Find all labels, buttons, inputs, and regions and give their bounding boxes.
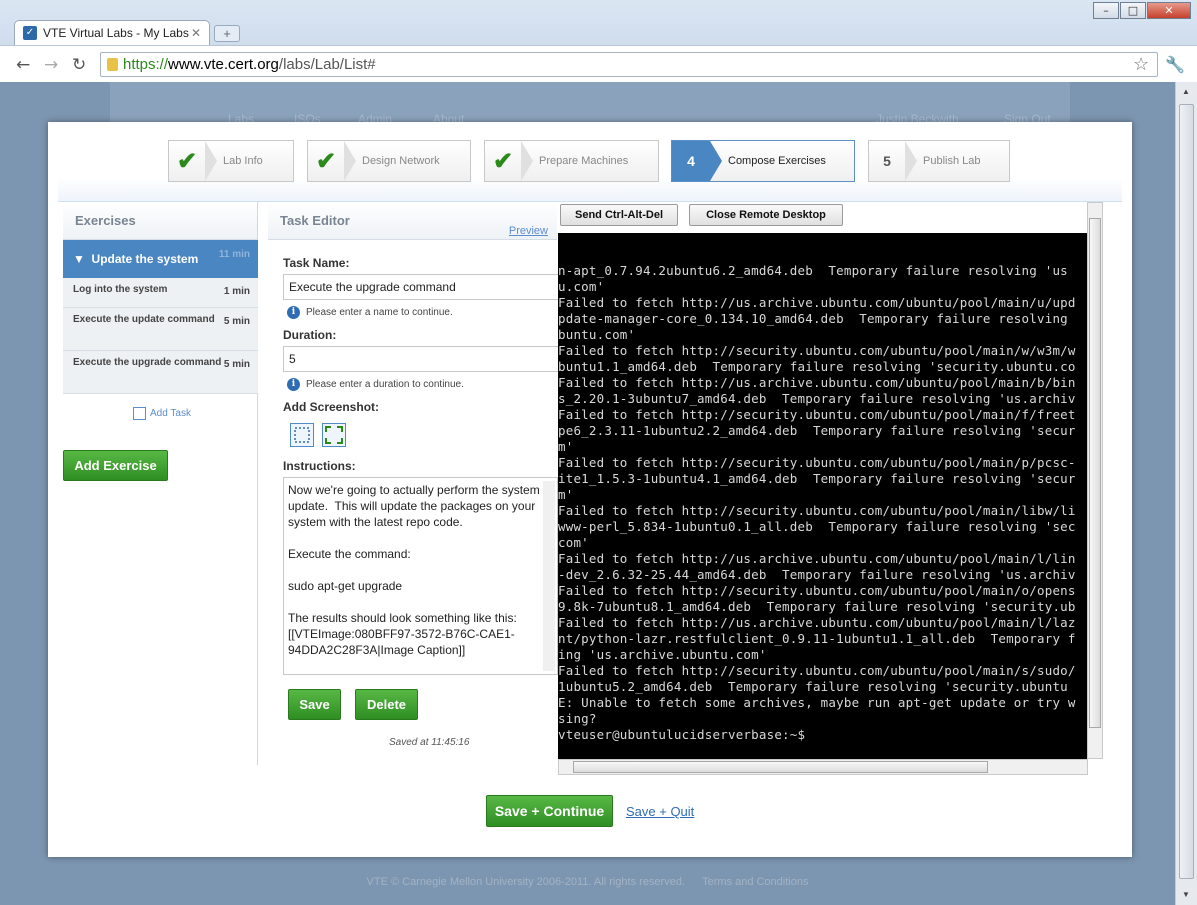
close-remote-desktop-button[interactable]: Close Remote Desktop	[689, 204, 843, 226]
scroll-up-icon[interactable]: ▲	[1182, 87, 1190, 96]
close-tab-icon[interactable]: ✕	[191, 26, 201, 40]
task-item[interactable]: Execute the upgrade command 5 min	[63, 351, 258, 394]
scroll-thumb[interactable]	[1179, 104, 1194, 879]
step-label: Compose Exercises	[728, 155, 826, 167]
saved-timestamp: Saved at 11:45:16	[389, 737, 470, 748]
duration-input[interactable]: 5	[283, 346, 563, 372]
add-exercise-button[interactable]: Add Exercise	[63, 450, 168, 481]
step-label: Publish Lab	[923, 155, 981, 167]
task-name-input[interactable]: Execute the upgrade command	[283, 274, 563, 300]
step-lab-info[interactable]: ✔ Lab Info	[168, 140, 294, 182]
add-task-link[interactable]: Add Task	[133, 407, 191, 420]
remote-terminal[interactable]: n-apt_0.7.94.2ubuntu6.2_amd64.deb Tempor…	[558, 233, 1087, 760]
save-button[interactable]: Save	[288, 689, 341, 720]
page-scrollbar[interactable]: ▲ ▼	[1175, 82, 1197, 905]
add-task-icon	[133, 407, 146, 420]
url-scheme: https://	[123, 56, 169, 73]
instructions-textarea[interactable]: Now we're going to actually perform the …	[283, 477, 558, 675]
textarea-scrollbar[interactable]	[543, 481, 555, 671]
terminal-vertical-scrollbar[interactable]	[1087, 202, 1103, 759]
task-editor-panel: Task Editor Preview Task Name: Execute t…	[268, 202, 563, 765]
bookmark-star-icon[interactable]: ☆	[1133, 54, 1149, 75]
add-screenshot-label: Add Screenshot:	[283, 400, 380, 414]
exercises-header: Exercises	[63, 202, 257, 240]
fullscreen-screenshot-icon[interactable]	[322, 423, 346, 447]
task-title: Log into the system	[73, 284, 168, 295]
exercise-duration: 11 min	[218, 249, 250, 260]
url-host: www.vte.cert.org	[168, 56, 279, 73]
step-prepare-machines[interactable]: ✔ Prepare Machines	[484, 140, 659, 182]
checkmark-icon: ✔	[485, 141, 533, 181]
copyright-text: VTE © Carnegie Mellon University 2006-20…	[366, 876, 686, 888]
step-publish-lab[interactable]: 5 Publish Lab	[868, 140, 1010, 182]
task-title: Execute the upgrade command	[73, 357, 222, 368]
close-window-button[interactable]: ✕	[1147, 2, 1191, 19]
step-number: 4	[672, 141, 722, 181]
task-name-label: Task Name:	[283, 256, 350, 270]
collapse-arrow-icon[interactable]: ▼	[73, 252, 92, 266]
checkmark-icon: ✔	[169, 141, 217, 181]
tab-title: VTE Virtual Labs - My Labs	[43, 26, 189, 40]
preview-link[interactable]: Preview	[509, 212, 548, 250]
window-controls: – □ ✕	[1092, 2, 1191, 19]
favicon-icon: ✓	[23, 26, 37, 40]
exercise-title: Update the system	[91, 252, 199, 266]
wrench-icon[interactable]: 🔧	[1165, 55, 1185, 75]
url-path: /labs/Lab/List#	[278, 56, 376, 73]
task-item[interactable]: Log into the system 1 min	[63, 278, 258, 308]
task-editor-title: Task Editor	[280, 213, 350, 228]
hint-text: Please enter a duration to continue.	[306, 379, 464, 390]
checkmark-icon: ✔	[308, 141, 356, 181]
save-continue-button[interactable]: Save + Continue	[486, 795, 613, 827]
site-footer: VTE © Carnegie Mellon University 2006-20…	[0, 867, 1175, 905]
duration-label: Duration:	[283, 328, 337, 342]
reload-icon[interactable]: ↻	[72, 55, 86, 75]
lock-icon	[107, 58, 118, 71]
scroll-down-icon[interactable]: ▼	[1182, 890, 1190, 899]
info-icon: i	[287, 378, 300, 391]
new-tab-button[interactable]: +	[214, 25, 240, 42]
instructions-label: Instructions:	[283, 459, 356, 473]
hint-text: Please enter a name to continue.	[306, 307, 453, 318]
address-bar[interactable]: https://www.vte.cert.org/labs/Lab/List#	[100, 52, 1158, 77]
delete-button[interactable]: Delete	[355, 689, 418, 720]
duration-hint: i Please enter a duration to continue.	[287, 378, 464, 391]
task-name-hint: i Please enter a name to continue.	[287, 306, 453, 319]
info-icon: i	[287, 306, 300, 319]
terminal-horizontal-scrollbar[interactable]	[558, 759, 1088, 775]
send-ctrl-alt-del-button[interactable]: Send Ctrl-Alt-Del	[560, 204, 678, 226]
step-label: Prepare Machines	[539, 155, 629, 167]
step-label: Lab Info	[223, 155, 263, 167]
task-duration: 1 min	[223, 286, 250, 297]
task-duration: 5 min	[223, 359, 250, 370]
browser-toolbar: ← → ↻ https://www.vte.cert.org/labs/Lab/…	[0, 45, 1197, 82]
region-screenshot-icon[interactable]	[290, 423, 314, 447]
maximize-button[interactable]: □	[1120, 2, 1146, 19]
add-task-label: Add Task	[150, 408, 191, 420]
step-label: Design Network	[362, 155, 440, 167]
wizard-steps: ✔ Lab Info ✔ Design Network ✔ Prepare Ma…	[58, 122, 1122, 202]
forward-icon[interactable]: →	[44, 55, 58, 75]
lab-wizard-modal: ✔ Lab Info ✔ Design Network ✔ Prepare Ma…	[48, 122, 1132, 857]
save-quit-link[interactable]: Save + Quit	[626, 804, 694, 819]
task-duration: 5 min	[223, 316, 250, 327]
terms-link[interactable]: Terms and Conditions	[702, 876, 808, 888]
step-compose-exercises[interactable]: 4 Compose Exercises	[671, 140, 855, 182]
task-editor-header: Task Editor Preview	[268, 202, 557, 240]
step-design-network[interactable]: ✔ Design Network	[307, 140, 471, 182]
scroll-thumb[interactable]	[573, 761, 988, 773]
back-icon[interactable]: ←	[16, 55, 30, 75]
exercise-item-selected[interactable]: ▼ Update the system 11 min	[63, 240, 258, 278]
step-number: 5	[869, 141, 917, 181]
task-title: Execute the update command	[73, 314, 215, 325]
browser-tab[interactable]: ✓ VTE Virtual Labs - My Labs ✕	[14, 20, 210, 45]
task-item[interactable]: Execute the update command 5 min	[63, 308, 258, 351]
scroll-thumb[interactable]	[1089, 218, 1101, 728]
exercises-panel: Exercises ▼ Update the system 11 min Log…	[63, 202, 258, 765]
minimize-button[interactable]: –	[1093, 2, 1119, 19]
